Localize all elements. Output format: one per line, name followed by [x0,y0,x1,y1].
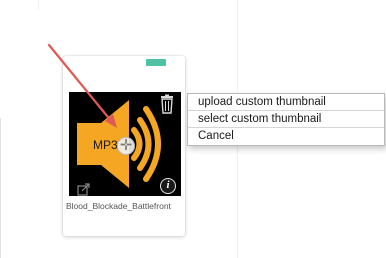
info-icon[interactable]: i [160,178,176,194]
file-name: Blood_Blockade_Battlefront [66,201,171,211]
thumbnail-label: MP3 [93,138,118,152]
panel-edge [0,118,5,258]
move-handle-icon[interactable]: ✛ [117,137,135,155]
menu-item-select-custom-thumbnail[interactable]: select custom thumbnail [188,111,384,128]
top-divider [38,0,39,10]
page: MP3 ✛ i Blood_Blockade_Battlefront uploa… [0,0,386,258]
menu-item-upload-custom-thumbnail[interactable]: upload custom thumbnail [188,94,384,111]
trash-icon[interactable] [158,94,176,114]
external-link-icon[interactable] [77,183,90,196]
card-status-tab [146,59,166,66]
menu-item-cancel[interactable]: Cancel [188,128,384,145]
thumbnail-context-menu: upload custom thumbnail select custom th… [187,93,385,146]
